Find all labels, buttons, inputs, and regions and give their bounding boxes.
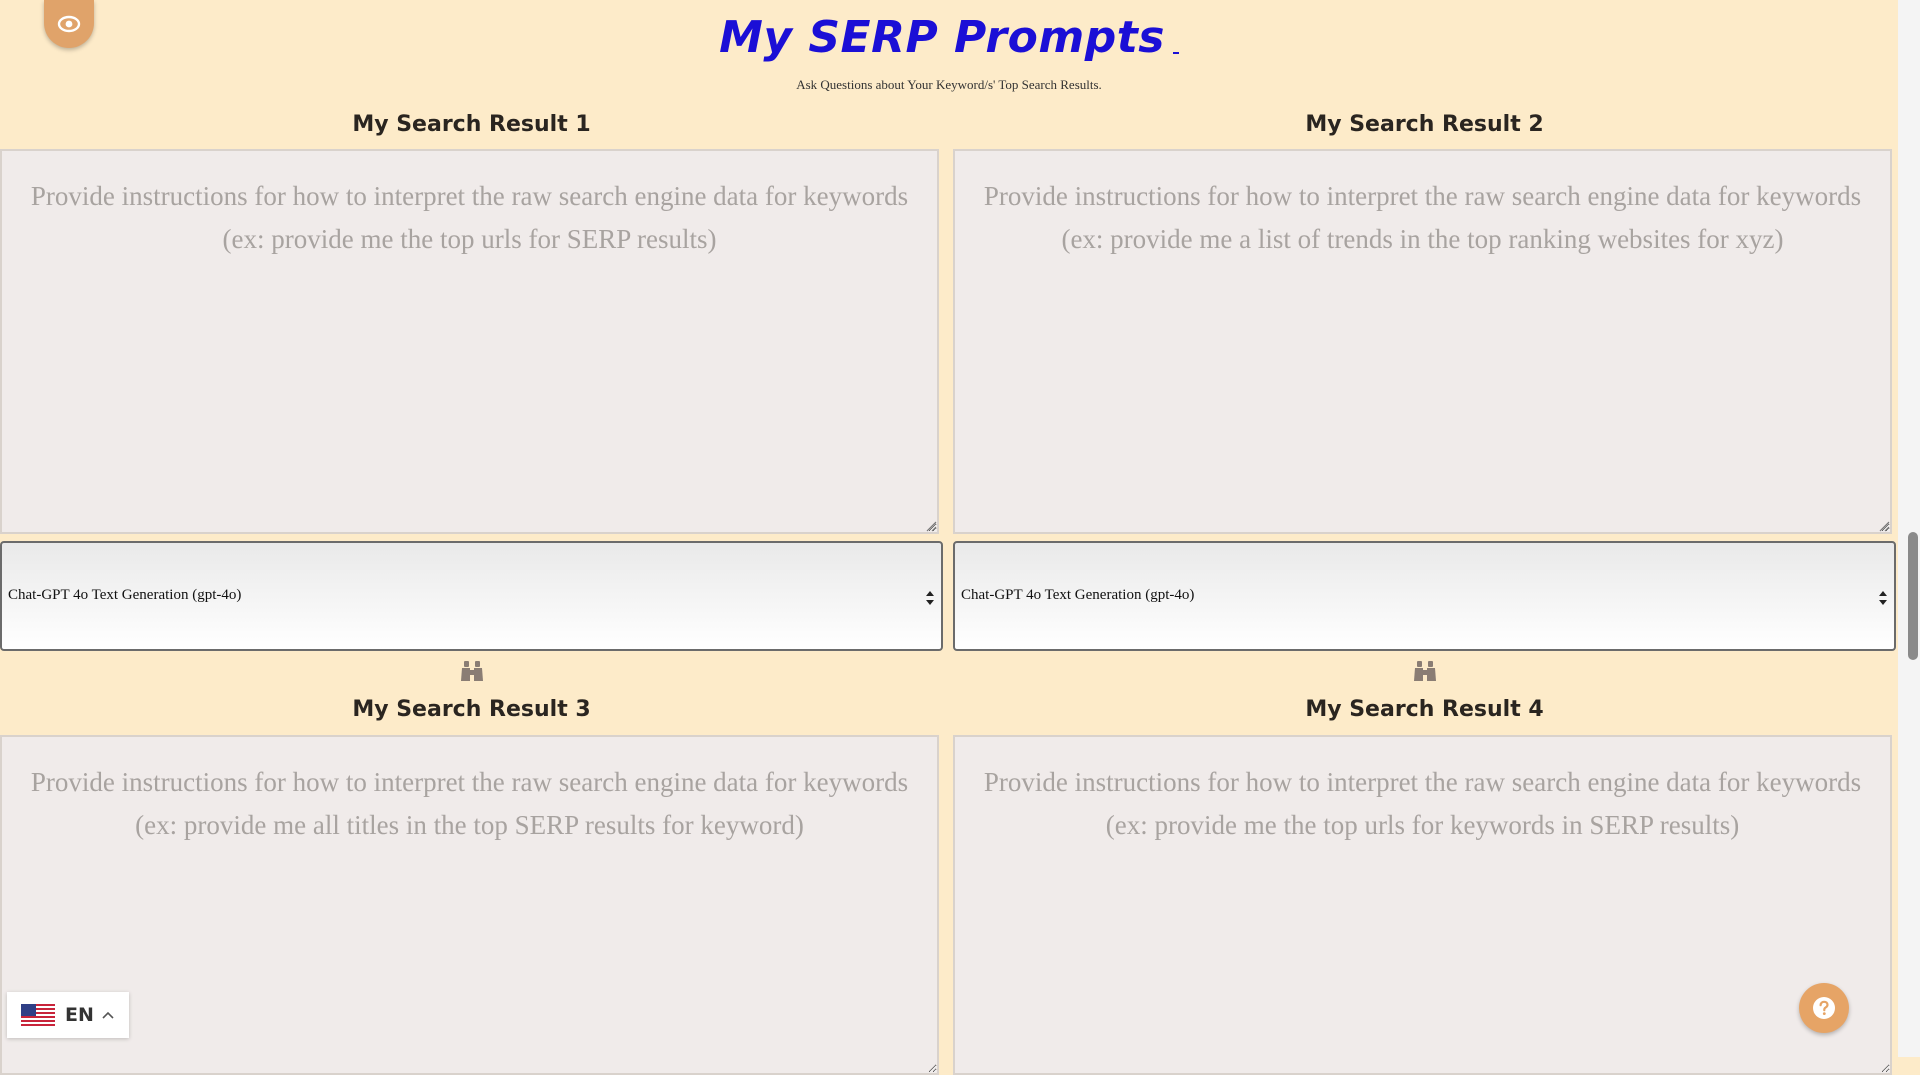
page: My SERP Prompts Ask Questions about Your… [0, 0, 1898, 1075]
help-button[interactable] [1799, 983, 1849, 1033]
search-result-1-model-value: Chat-GPT 4o Text Generation (gpt-4o) [8, 587, 242, 603]
us-flag-icon [21, 1004, 55, 1026]
search-result-1-prompt-input[interactable] [0, 149, 939, 534]
select-arrows-icon [1879, 591, 1887, 605]
search-result-1-model-select[interactable]: Chat-GPT 4o Text Generation (gpt-4o) [0, 541, 943, 651]
search-result-1-run-button[interactable] [0, 660, 943, 687]
search-result-1-title: My Search Result 1 [352, 112, 591, 137]
search-result-2-model-value: Chat-GPT 4o Text Generation (gpt-4o) [961, 587, 1195, 603]
select-arrows-icon [926, 591, 934, 605]
binoculars-icon [460, 661, 483, 681]
search-result-4-title: My Search Result 4 [1305, 697, 1544, 722]
chevron-up-icon [102, 1011, 114, 1019]
search-result-3-prompt-input[interactable] [0, 735, 939, 1075]
question-icon [1813, 997, 1835, 1019]
search-result-2-prompt-input[interactable] [953, 149, 1892, 534]
search-result-2-run-button[interactable] [953, 660, 1896, 687]
search-result-3-title: My Search Result 3 [352, 697, 591, 722]
language-switcher[interactable]: EN [7, 992, 129, 1038]
search-result-4-prompt-input[interactable] [953, 735, 1892, 1075]
binoculars-icon [1413, 661, 1436, 681]
language-code: EN [65, 1004, 94, 1026]
search-result-2-model-select[interactable]: Chat-GPT 4o Text Generation (gpt-4o) [953, 541, 1896, 651]
scrollbar-thumb[interactable] [1908, 532, 1918, 660]
search-result-2-title: My Search Result 2 [1305, 112, 1544, 137]
page-scrollbar[interactable] [1898, 0, 1920, 1057]
